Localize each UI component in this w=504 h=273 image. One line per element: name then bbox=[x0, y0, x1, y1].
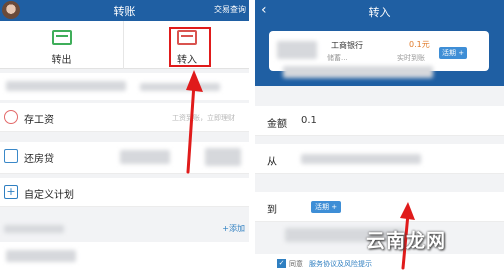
card-sub-label: 储蓄... bbox=[327, 54, 348, 62]
blurred-logo bbox=[277, 41, 317, 59]
blurred-text bbox=[205, 148, 241, 166]
plan-label: 还房贷 bbox=[24, 154, 54, 165]
plan-hint: 工资到账，立即理财 bbox=[172, 114, 235, 122]
watermark: 云南龙网 bbox=[366, 230, 447, 252]
amount-label: 金额 bbox=[267, 119, 287, 130]
plus-icon: + bbox=[4, 185, 18, 199]
right-header: ‹ 转入 bbox=[255, 0, 504, 23]
plan-label: 存工资 bbox=[24, 115, 54, 126]
highlight-box bbox=[169, 27, 211, 67]
account-list-blurred bbox=[0, 242, 249, 273]
account-card[interactable]: 工商银行 0.1元 储蓄... 实时到账 活期 + bbox=[269, 31, 489, 71]
account-summary-blurred bbox=[0, 73, 249, 100]
bank-name: 工商银行 bbox=[331, 41, 363, 50]
from-label: 从 bbox=[267, 157, 277, 168]
page-title: 转账 bbox=[113, 5, 136, 18]
current-account-tag: 活期 + bbox=[439, 47, 468, 59]
left-panel: 转账 交易查询 转出 转入 存工资 工资到账，立即理财 还房贷 + 自定义计划 … bbox=[0, 0, 249, 273]
transfer-out-tab[interactable]: 转出 bbox=[0, 21, 124, 69]
amount-value: 0.1 bbox=[301, 115, 317, 126]
amount-field[interactable]: 金额 0.1 bbox=[255, 106, 504, 136]
to-label: 到 bbox=[267, 205, 277, 216]
plan-row-mortgage[interactable]: 还房贷 bbox=[0, 142, 249, 174]
piggy-bank-icon bbox=[4, 110, 18, 124]
blurred-text bbox=[301, 154, 421, 164]
transfer-tabs: 转出 转入 bbox=[0, 21, 249, 69]
agree-checkbox[interactable]: ✓ bbox=[277, 259, 286, 268]
blurred-text bbox=[6, 81, 126, 91]
plan-row-custom[interactable]: + 自定义计划 bbox=[0, 178, 249, 207]
agreement-row: ✓ 同意 服务协议及风险提示 bbox=[255, 254, 504, 273]
card-arrival-label: 实时到账 bbox=[397, 54, 425, 62]
transfer-out-label: 转出 bbox=[51, 55, 72, 66]
transaction-query-link[interactable]: 交易查询 bbox=[214, 4, 246, 15]
blurred-text bbox=[283, 66, 433, 78]
transfer-out-icon bbox=[51, 30, 72, 45]
current-account-tag: 活期 + bbox=[311, 201, 342, 213]
page-title: 转入 bbox=[368, 6, 391, 19]
agree-prefix: 同意 bbox=[289, 260, 303, 268]
blurred-text bbox=[4, 225, 64, 233]
account-manage-bar: +添加 bbox=[0, 216, 249, 242]
to-field[interactable]: 到 活期 + bbox=[255, 192, 504, 222]
left-header: 转账 交易查询 bbox=[0, 0, 249, 21]
plan-row-salary[interactable]: 存工资 工资到账，立即理财 bbox=[0, 103, 249, 132]
blurred-text bbox=[140, 83, 220, 91]
card-amount: 0.1元 bbox=[409, 40, 430, 49]
house-icon bbox=[4, 149, 18, 163]
agreement-link[interactable]: 服务协议及风险提示 bbox=[309, 259, 372, 269]
blurred-text bbox=[6, 250, 76, 262]
from-field[interactable]: 从 bbox=[255, 144, 504, 174]
plan-label: 自定义计划 bbox=[24, 190, 74, 201]
blurred-text bbox=[120, 150, 170, 164]
add-button[interactable]: +添加 bbox=[222, 223, 245, 234]
